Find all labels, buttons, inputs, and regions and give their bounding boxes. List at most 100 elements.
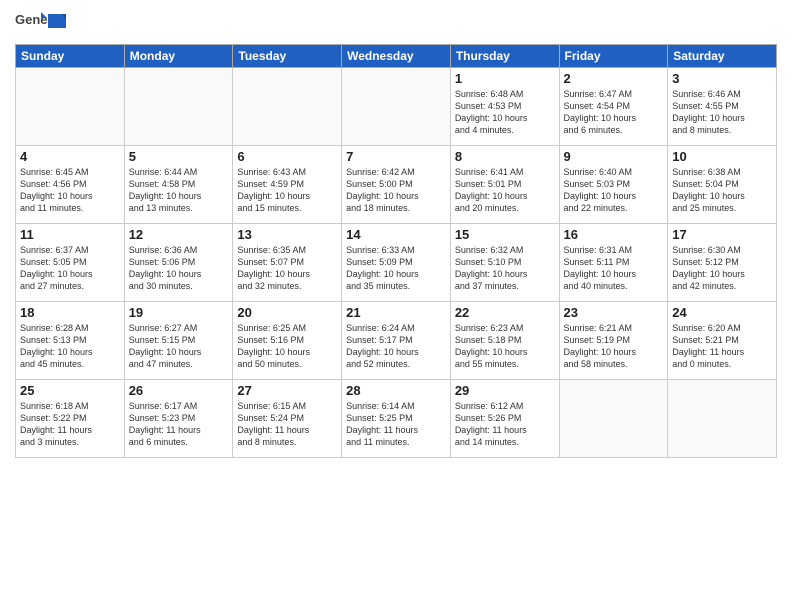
weekday-header-thursday: Thursday <box>450 45 559 68</box>
day-info: Sunrise: 6:41 AMSunset: 5:01 PMDaylight:… <box>455 166 555 215</box>
day-cell: 12 Sunrise: 6:36 AMSunset: 5:06 PMDayligh… <box>124 224 233 302</box>
day-number: 29 <box>455 383 555 398</box>
day-info: Sunrise: 6:32 AMSunset: 5:10 PMDaylight:… <box>455 244 555 293</box>
weekday-header-friday: Friday <box>559 45 668 68</box>
weekday-header-wednesday: Wednesday <box>342 45 451 68</box>
day-info: Sunrise: 6:40 AMSunset: 5:03 PMDaylight:… <box>564 166 664 215</box>
day-cell: 1 Sunrise: 6:48 AMSunset: 4:53 PMDaylight… <box>450 68 559 146</box>
weekday-header-sunday: Sunday <box>16 45 125 68</box>
day-info: Sunrise: 6:21 AMSunset: 5:19 PMDaylight:… <box>564 322 664 371</box>
day-cell: 18 Sunrise: 6:28 AMSunset: 5:13 PMDayligh… <box>16 302 125 380</box>
day-cell <box>124 68 233 146</box>
day-number: 24 <box>672 305 772 320</box>
day-cell: 13 Sunrise: 6:35 AMSunset: 5:07 PMDayligh… <box>233 224 342 302</box>
day-number: 27 <box>237 383 337 398</box>
day-info: Sunrise: 6:47 AMSunset: 4:54 PMDaylight:… <box>564 88 664 137</box>
day-cell: 21 Sunrise: 6:24 AMSunset: 5:17 PMDayligh… <box>342 302 451 380</box>
day-info: Sunrise: 6:17 AMSunset: 5:23 PMDaylight:… <box>129 400 229 449</box>
day-number: 17 <box>672 227 772 242</box>
day-number: 4 <box>20 149 120 164</box>
day-cell: 4Sunrise: 6:45 AMSunset: 4:56 PMDaylight… <box>16 146 125 224</box>
day-number: 12 <box>129 227 229 242</box>
day-info: Sunrise: 6:48 AMSunset: 4:53 PMDaylight:… <box>455 88 555 137</box>
day-info: Sunrise: 6:35 AMSunset: 5:07 PMDaylight:… <box>237 244 337 293</box>
day-cell: 23Sunrise: 6:21 AMSunset: 5:19 PMDayligh… <box>559 302 668 380</box>
day-cell: 20Sunrise: 6:25 AMSunset: 5:16 PMDayligh… <box>233 302 342 380</box>
week-row-5: 25 Sunrise: 6:18 AMSunset: 5:22 PMDayligh… <box>16 380 777 458</box>
day-number: 3 <box>672 71 772 86</box>
day-number: 25 <box>20 383 120 398</box>
page-container: General SundayMondayTuesdayWednesdayThur… <box>0 0 792 468</box>
day-number: 16 <box>564 227 664 242</box>
day-cell: 14 Sunrise: 6:33 AMSunset: 5:09 PMDayligh… <box>342 224 451 302</box>
day-cell: 24Sunrise: 6:20 AMSunset: 5:21 PMDayligh… <box>668 302 777 380</box>
day-number: 14 <box>346 227 446 242</box>
day-cell <box>668 380 777 458</box>
day-info: Sunrise: 6:18 AMSunset: 5:22 PMDaylight:… <box>20 400 120 449</box>
day-cell: 27 Sunrise: 6:15 AMSunset: 5:24 PMDayligh… <box>233 380 342 458</box>
day-info: Sunrise: 6:37 AMSunset: 5:05 PMDaylight:… <box>20 244 120 293</box>
day-cell: 22Sunrise: 6:23 AMSunset: 5:18 PMDayligh… <box>450 302 559 380</box>
day-info: Sunrise: 6:30 AMSunset: 5:12 PMDaylight:… <box>672 244 772 293</box>
day-cell: 10 Sunrise: 6:38 AMSunset: 5:04 PMDayligh… <box>668 146 777 224</box>
day-cell: 6Sunrise: 6:43 AMSunset: 4:59 PMDaylight… <box>233 146 342 224</box>
day-cell: 2 Sunrise: 6:47 AMSunset: 4:54 PMDaylight… <box>559 68 668 146</box>
day-cell <box>16 68 125 146</box>
day-cell: 15 Sunrise: 6:32 AMSunset: 5:10 PMDayligh… <box>450 224 559 302</box>
day-cell: 7Sunrise: 6:42 AMSunset: 5:00 PMDaylight… <box>342 146 451 224</box>
logo-flag-icon <box>48 14 66 28</box>
day-number: 2 <box>564 71 664 86</box>
day-cell: 11 Sunrise: 6:37 AMSunset: 5:05 PMDayligh… <box>16 224 125 302</box>
day-cell: 29 Sunrise: 6:12 AMSunset: 5:26 PMDayligh… <box>450 380 559 458</box>
day-number: 21 <box>346 305 446 320</box>
day-cell: 3 Sunrise: 6:46 AMSunset: 4:55 PMDaylight… <box>668 68 777 146</box>
day-cell: 17 Sunrise: 6:30 AMSunset: 5:12 PMDayligh… <box>668 224 777 302</box>
day-number: 15 <box>455 227 555 242</box>
day-cell: 25 Sunrise: 6:18 AMSunset: 5:22 PMDayligh… <box>16 380 125 458</box>
day-info: Sunrise: 6:12 AMSunset: 5:26 PMDaylight:… <box>455 400 555 449</box>
week-row-2: 4Sunrise: 6:45 AMSunset: 4:56 PMDaylight… <box>16 146 777 224</box>
day-number: 9 <box>564 149 664 164</box>
logo: General <box>15 10 66 38</box>
day-info: Sunrise: 6:25 AMSunset: 5:16 PMDaylight:… <box>237 322 337 371</box>
calendar-table: SundayMondayTuesdayWednesdayThursdayFrid… <box>15 44 777 458</box>
day-info: Sunrise: 6:23 AMSunset: 5:18 PMDaylight:… <box>455 322 555 371</box>
weekday-header-monday: Monday <box>124 45 233 68</box>
week-row-1: 1 Sunrise: 6:48 AMSunset: 4:53 PMDaylight… <box>16 68 777 146</box>
day-info: Sunrise: 6:46 AMSunset: 4:55 PMDaylight:… <box>672 88 772 137</box>
day-cell <box>342 68 451 146</box>
day-info: Sunrise: 6:43 AMSunset: 4:59 PMDaylight:… <box>237 166 337 215</box>
weekday-header-row: SundayMondayTuesdayWednesdayThursdayFrid… <box>16 45 777 68</box>
day-cell: 26 Sunrise: 6:17 AMSunset: 5:23 PMDayligh… <box>124 380 233 458</box>
day-info: Sunrise: 6:33 AMSunset: 5:09 PMDaylight:… <box>346 244 446 293</box>
day-number: 8 <box>455 149 555 164</box>
week-row-4: 18 Sunrise: 6:28 AMSunset: 5:13 PMDayligh… <box>16 302 777 380</box>
day-info: Sunrise: 6:24 AMSunset: 5:17 PMDaylight:… <box>346 322 446 371</box>
day-cell: 5Sunrise: 6:44 AMSunset: 4:58 PMDaylight… <box>124 146 233 224</box>
day-info: Sunrise: 6:36 AMSunset: 5:06 PMDaylight:… <box>129 244 229 293</box>
day-info: Sunrise: 6:27 AMSunset: 5:15 PMDaylight:… <box>129 322 229 371</box>
day-number: 11 <box>20 227 120 242</box>
day-cell <box>559 380 668 458</box>
day-cell: 16 Sunrise: 6:31 AMSunset: 5:11 PMDayligh… <box>559 224 668 302</box>
day-number: 19 <box>129 305 229 320</box>
weekday-header-tuesday: Tuesday <box>233 45 342 68</box>
day-info: Sunrise: 6:28 AMSunset: 5:13 PMDaylight:… <box>20 322 120 371</box>
day-cell: 19 Sunrise: 6:27 AMSunset: 5:15 PMDayligh… <box>124 302 233 380</box>
day-cell: 9 Sunrise: 6:40 AMSunset: 5:03 PMDaylight… <box>559 146 668 224</box>
day-info: Sunrise: 6:14 AMSunset: 5:25 PMDaylight:… <box>346 400 446 449</box>
day-number: 26 <box>129 383 229 398</box>
day-cell: 28 Sunrise: 6:14 AMSunset: 5:25 PMDayligh… <box>342 380 451 458</box>
day-number: 10 <box>672 149 772 164</box>
day-number: 18 <box>20 305 120 320</box>
day-info: Sunrise: 6:31 AMSunset: 5:11 PMDaylight:… <box>564 244 664 293</box>
day-cell <box>233 68 342 146</box>
day-info: Sunrise: 6:15 AMSunset: 5:24 PMDaylight:… <box>237 400 337 449</box>
day-number: 13 <box>237 227 337 242</box>
day-number: 5 <box>129 149 229 164</box>
day-info: Sunrise: 6:38 AMSunset: 5:04 PMDaylight:… <box>672 166 772 215</box>
day-number: 1 <box>455 71 555 86</box>
logo-icon: General <box>15 10 47 38</box>
weekday-header-saturday: Saturday <box>668 45 777 68</box>
day-number: 28 <box>346 383 446 398</box>
